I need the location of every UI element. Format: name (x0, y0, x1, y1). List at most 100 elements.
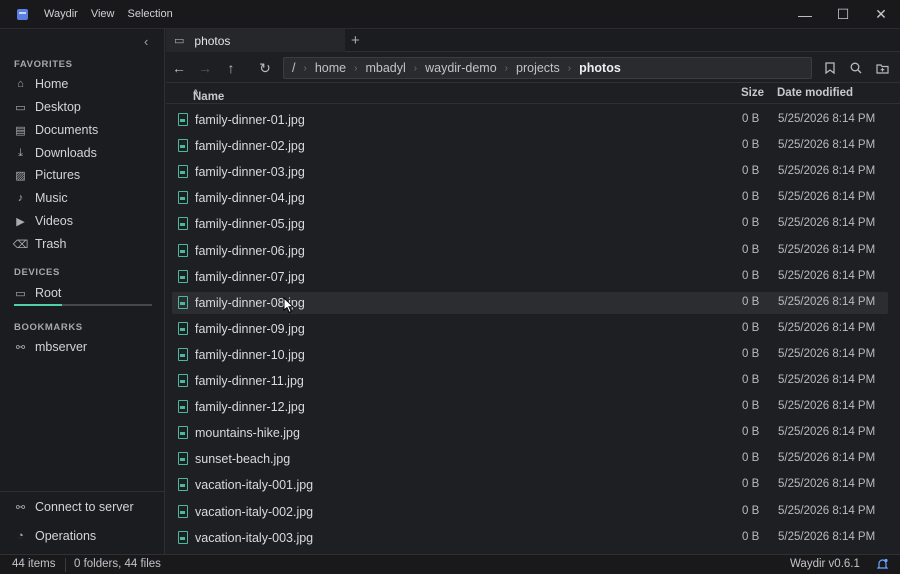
tab-photos[interactable]: ▭ photos (166, 29, 345, 52)
image-file-icon (178, 295, 188, 309)
file-size: 0 B (742, 165, 760, 178)
sidebar-item-root[interactable]: ▭ Root (14, 283, 152, 303)
collapse-sidebar-button[interactable]: ‹ (144, 34, 148, 49)
new-folder-button[interactable] (873, 59, 891, 77)
breadcrumb-projects[interactable]: projects (516, 61, 560, 75)
image-file-icon (178, 191, 188, 205)
minimize-button[interactable]: — (786, 0, 824, 29)
table-row[interactable]: vacation-italy-001.jpg 0 B 5/25/2026 8:14 … (172, 474, 888, 496)
table-row[interactable]: family-dinner-10.jpg 0 B 5/25/2026 8:14 PM (172, 344, 888, 366)
column-date-modified[interactable]: Date modified (777, 87, 853, 99)
maximize-button[interactable]: ☐ (824, 0, 862, 29)
menu-selection[interactable]: Selection (127, 8, 172, 20)
sidebar-item-videos[interactable]: ▶ Videos (14, 211, 152, 231)
sidebar-item-pictures[interactable]: ▨ Pictures (14, 165, 152, 185)
breadcrumb-mbadyl[interactable]: mbadyl (365, 61, 405, 75)
close-button[interactable]: ✕ (862, 0, 900, 29)
forward-button[interactable]: → (196, 59, 214, 77)
column-name[interactable]: Name ^ (193, 87, 224, 103)
sidebar-item-documents[interactable]: ▤ Documents (14, 120, 152, 140)
up-button[interactable]: ↑ (222, 59, 240, 77)
file-date: 5/25/2026 8:14 PM (778, 478, 876, 491)
file-size: 0 B (742, 295, 760, 308)
image-file-icon (178, 347, 188, 361)
table-row[interactable]: family-dinner-05.jpg 0 B 5/25/2026 8:14 PM (172, 213, 888, 235)
sidebar-item-label: Desktop (35, 100, 81, 114)
file-date: 5/25/2026 8:14 PM (778, 217, 876, 230)
table-row[interactable]: family-dinner-04.jpg 0 B 5/25/2026 8:14 PM (172, 187, 888, 209)
refresh-button[interactable]: ↻ (256, 59, 274, 77)
title-bar: Waydir View Selection — ☐ ✕ (0, 0, 900, 29)
sidebar-item-music[interactable]: ♪ Music (14, 188, 152, 208)
notifications-button[interactable] (876, 558, 889, 573)
back-button[interactable]: ← (170, 59, 188, 77)
devices-heading: DEVICES (14, 267, 60, 278)
sidebar-item-desktop[interactable]: ▭ Desktop (14, 97, 152, 117)
table-row[interactable]: family-dinner-12.jpg 0 B 5/25/2026 8:14 PM (172, 396, 888, 418)
chevron-right-icon: › (303, 62, 307, 74)
sidebar-item-downloads[interactable]: ⤓ Downloads (14, 143, 152, 163)
file-date: 5/25/2026 8:14 PM (778, 400, 876, 413)
file-date: 5/25/2026 8:14 PM (778, 191, 876, 204)
root-usage-fill (14, 304, 63, 306)
operations-button[interactable]: ◔ Operations (14, 526, 152, 546)
chevron-right-icon: › (504, 62, 508, 74)
breadcrumb-photos[interactable]: photos (579, 61, 621, 75)
file-size: 0 B (742, 452, 760, 465)
image-file-icon (178, 139, 188, 153)
column-name-label: Name (193, 91, 225, 103)
file-date: 5/25/2026 8:14 PM (778, 452, 876, 465)
file-name: family-dinner-03.jpg (195, 165, 305, 180)
chevron-left-icon: ‹ (144, 34, 149, 49)
file-name: vacation-italy-003.jpg (195, 530, 314, 545)
minimize-icon: — (798, 6, 812, 23)
table-row[interactable]: family-dinner-01.jpg 0 B 5/25/2026 8:14 PM (172, 109, 888, 131)
connect-icon: ⚯ (15, 501, 26, 514)
connect-to-server-button[interactable]: ⚯ Connect to server (14, 497, 152, 517)
search-button[interactable] (847, 59, 865, 77)
table-row[interactable]: family-dinner-09.jpg 0 B 5/25/2026 8:14 PM (172, 318, 888, 340)
table-row[interactable]: vacation-italy-002.jpg 0 B 5/25/2026 8:14 … (172, 501, 888, 523)
breadcrumb-root[interactable]: / (292, 61, 295, 75)
table-row[interactable]: family-dinner-07.jpg 0 B 5/25/2026 8:14 PM (172, 266, 888, 288)
image-file-icon (178, 530, 188, 544)
table-row[interactable]: family-dinner-11.jpg 0 B 5/25/2026 8:14 PM (172, 370, 888, 392)
table-row[interactable]: family-dinner-02.jpg 0 B 5/25/2026 8:14 PM (172, 135, 888, 157)
bookmark-button[interactable] (821, 59, 839, 77)
item-count: 44 items (12, 558, 56, 570)
file-name: family-dinner-12.jpg (195, 400, 305, 415)
menu-view[interactable]: View (91, 8, 115, 20)
column-size[interactable]: Size (741, 87, 764, 99)
file-date: 5/25/2026 8:14 PM (778, 347, 876, 360)
status-bar: 44 items 0 folders, 44 files Waydir v0.6… (0, 554, 900, 574)
sidebar-item-label: Downloads (35, 146, 97, 160)
table-row[interactable]: vacation-italy-003.jpg 0 B 5/25/2026 8:14 … (172, 527, 888, 549)
table-row[interactable]: mountains-hike.jpg 0 B 5/25/2026 8:14 PM (172, 422, 888, 444)
app-logo-icon (17, 8, 28, 20)
breadcrumb-waydir-demo[interactable]: waydir-demo (425, 61, 497, 75)
table-row[interactable]: family-dinner-06.jpg 0 B 5/25/2026 8:14 PM (172, 240, 888, 262)
new-tab-button[interactable]: + (351, 32, 360, 49)
table-row[interactable]: family-dinner-03.jpg 0 B 5/25/2026 8:14 PM (172, 161, 888, 183)
desktop-icon: ▭ (15, 101, 26, 114)
image-file-icon (178, 243, 188, 257)
file-size: 0 B (742, 191, 760, 204)
file-date: 5/25/2026 8:14 PM (778, 165, 876, 178)
file-size: 0 B (742, 374, 760, 386)
connect-label: Connect to server (35, 500, 134, 514)
app-version: Waydir v0.6.1 (790, 558, 860, 570)
file-name: family-dinner-09.jpg (195, 321, 305, 336)
menu-waydir[interactable]: Waydir (44, 8, 78, 20)
table-row[interactable]: sunset-beach.jpg 0 B 5/25/2026 8:14 PM (172, 448, 888, 470)
file-date: 5/25/2026 8:14 PM (778, 530, 876, 543)
favorites-heading: FAVORITES (14, 59, 73, 70)
sidebar-item-mbserver[interactable]: ⚯ mbserver (14, 337, 152, 357)
file-size: 0 B (742, 113, 760, 125)
file-size: 0 B (742, 504, 760, 517)
breadcrumb[interactable]: / › home › mbadyl › waydir-demo › projec… (283, 57, 812, 79)
sidebar-item-home[interactable]: ⌂ Home (14, 74, 152, 94)
breadcrumb-home[interactable]: home (315, 61, 346, 75)
sidebar-item-trash[interactable]: ⌫ Trash (13, 234, 152, 254)
sidebar-item-label: Music (35, 191, 68, 205)
table-row[interactable]: family-dinner-08.jpg 0 B 5/25/2026 8:14 PM (172, 291, 888, 314)
